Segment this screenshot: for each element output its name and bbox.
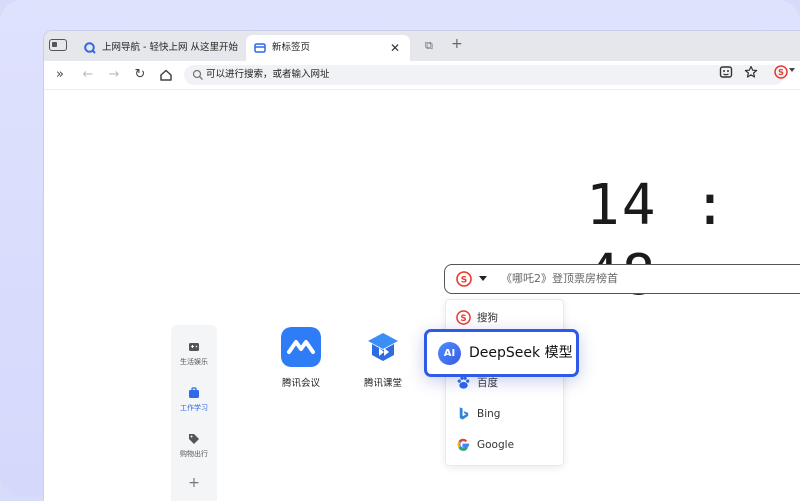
app-tile-tencent-classroom[interactable]: 腾讯课堂 [348, 327, 418, 397]
tab-group-icon[interactable]: ⧉ [425, 39, 433, 53]
bing-icon [459, 407, 469, 420]
address-bar[interactable]: 可以进行搜索，或者输入网址 [184, 65, 784, 85]
search-box[interactable]: S 《哪吒2》登顶票房榜首 [444, 264, 800, 294]
category-sidebar: 生活娱乐 工作学习 购物出行 + [171, 325, 217, 501]
ai-icon: AI [438, 342, 461, 365]
chevron-double-right-icon[interactable]: » [52, 67, 68, 83]
google-icon [457, 438, 470, 451]
search-q-icon [84, 42, 96, 54]
search-placeholder: 《哪吒2》登顶票房榜首 [501, 272, 618, 285]
app-label: 腾讯会议 [281, 378, 320, 389]
engine-item-bing[interactable]: Bing [446, 399, 563, 429]
toolbar: » ← → ↻ 可以进行搜索，或者输入网址 S [44, 61, 800, 90]
game-controller-icon [189, 343, 199, 351]
tab-title: 新标签页 [272, 42, 311, 53]
new-tab-page-icon [254, 43, 266, 53]
baidu-icon [457, 376, 470, 389]
tab-navigation[interactable]: 上网导航 - 轻快上网 从这里开始 [76, 35, 246, 61]
reload-button[interactable]: ↻ [132, 67, 148, 83]
tag-icon [189, 434, 199, 444]
category-shopping-travel[interactable]: 购物出行 [171, 429, 217, 469]
app-label: 腾讯课堂 [363, 378, 402, 389]
briefcase-icon [189, 387, 199, 398]
tab-strip: 上网导航 - 轻快上网 从这里开始 新标签页 ✕ ⧉ + [44, 31, 800, 61]
close-icon[interactable]: ✕ [390, 35, 400, 61]
category-work-study[interactable]: 工作学习 [171, 383, 217, 423]
sidebar-toggle-button[interactable] [49, 39, 67, 51]
new-tab-button[interactable]: + [451, 37, 463, 51]
back-button[interactable]: ← [80, 67, 96, 83]
chevron-down-icon[interactable] [479, 276, 487, 281]
search-icon [192, 69, 203, 80]
engine-item-deepseek[interactable]: AI DeepSeek 模型 [424, 329, 579, 377]
home-button[interactable] [158, 67, 174, 83]
tencent-meeting-icon [281, 327, 321, 367]
browser-window: 上网导航 - 轻快上网 从这里开始 新标签页 ✕ ⧉ + » ← → ↻ 可以进… [44, 31, 800, 501]
reader-mode-icon[interactable] [719, 65, 733, 79]
forward-button[interactable]: → [106, 67, 122, 83]
category-label: 购物出行 [180, 450, 208, 458]
tab-new-tab[interactable]: 新标签页 ✕ [246, 35, 410, 61]
engine-label: DeepSeek 模型 [469, 345, 573, 361]
tencent-classroom-icon [368, 333, 398, 361]
svg-text:S: S [461, 276, 467, 286]
app-tile-tencent-meeting[interactable]: 腾讯会议 [266, 327, 336, 397]
svg-text:S: S [778, 68, 784, 77]
tab-title: 上网导航 - 轻快上网 从这里开始 [102, 42, 238, 53]
category-label: 工作学习 [180, 404, 208, 412]
svg-text:S: S [460, 313, 466, 323]
engine-label: Bing [477, 408, 501, 420]
sogou-icon[interactable]: S [456, 271, 472, 287]
chevron-down-icon[interactable] [789, 68, 795, 72]
star-icon[interactable] [744, 65, 758, 79]
engine-label: Google [477, 439, 515, 451]
address-placeholder: 可以进行搜索，或者输入网址 [206, 69, 330, 80]
sogou-icon: S [456, 310, 471, 325]
category-life-entertainment[interactable]: 生活娱乐 [171, 337, 217, 377]
engine-item-google[interactable]: Google [446, 430, 563, 460]
category-label: 生活娱乐 [180, 358, 208, 366]
sogou-icon[interactable]: S [774, 65, 788, 79]
search-engine-dropdown: S 搜狗 百度 Bing Google [445, 299, 564, 466]
add-category-button[interactable]: + [171, 475, 217, 491]
